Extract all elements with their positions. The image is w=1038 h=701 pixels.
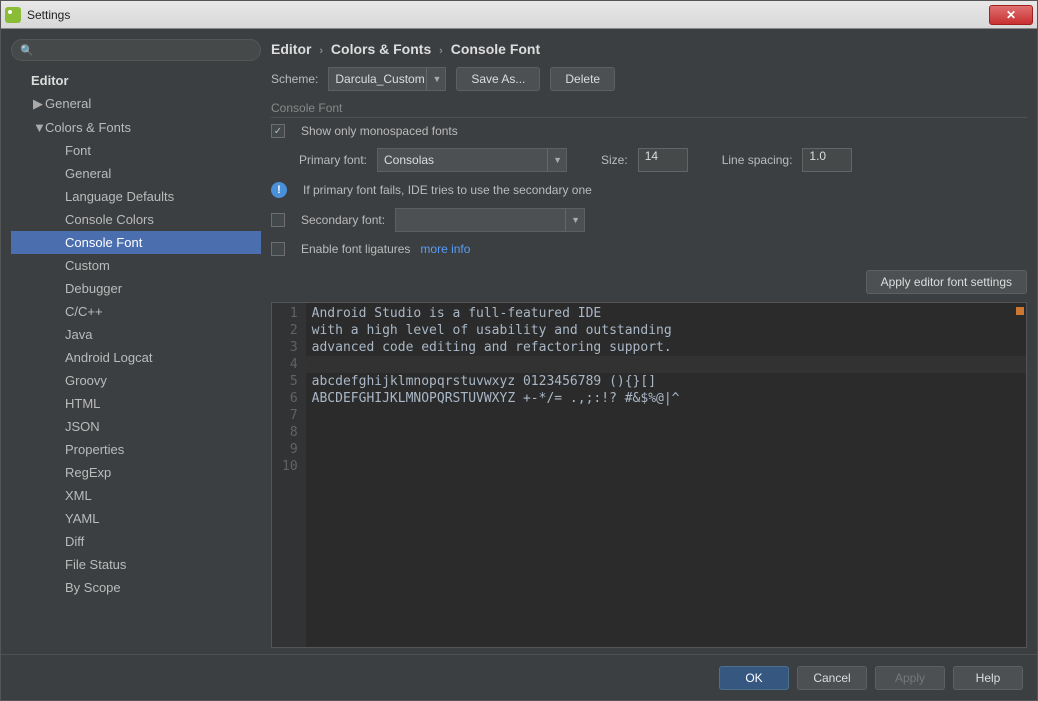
chevron-down-icon: ▼ <box>565 209 580 231</box>
tree-item[interactable]: Groovy <box>11 369 261 392</box>
code-area[interactable]: Android Studio is a full-featured IDEwit… <box>306 303 1026 647</box>
delete-button[interactable]: Delete <box>550 67 615 91</box>
tree-item[interactable]: RegExp <box>11 461 261 484</box>
secondary-label: Secondary font: <box>301 213 385 227</box>
tree-item[interactable]: Editor <box>11 69 261 92</box>
breadcrumb-editor[interactable]: Editor <box>271 41 311 57</box>
monospaced-label: Show only monospaced fonts <box>301 124 458 138</box>
primary-font-label: Primary font: <box>299 153 367 167</box>
tree-item-general[interactable]: ▶General <box>11 92 261 116</box>
tree-item[interactable]: Properties <box>11 438 261 461</box>
ok-button[interactable]: OK <box>719 666 789 690</box>
tree-item[interactable]: JSON <box>11 415 261 438</box>
tree-item[interactable]: HTML <box>11 392 261 415</box>
fallback-info-row: ! If primary font fails, IDE tries to us… <box>271 182 1027 198</box>
primary-font-select[interactable]: Consolas ▼ <box>377 148 567 172</box>
fallback-info-text: If primary font fails, IDE tries to use … <box>303 183 592 197</box>
app-icon <box>5 7 21 23</box>
body: 🔍 Editor▶General▼Colors & FontsFontGener… <box>1 29 1037 648</box>
tree-item[interactable]: C/C++ <box>11 300 261 323</box>
tree-item[interactable]: Diff <box>11 530 261 553</box>
help-button[interactable]: Help <box>953 666 1023 690</box>
arrow-right-icon: ▶ <box>33 96 43 112</box>
chevron-right-icon: › <box>439 45 443 57</box>
ligatures-row: Enable font ligatures more info <box>271 242 1027 256</box>
cancel-button[interactable]: Cancel <box>797 666 867 690</box>
tree-item[interactable]: General <box>11 162 261 185</box>
chevron-down-icon: ▼ <box>547 149 562 171</box>
tree-item[interactable]: Font <box>11 139 261 162</box>
breadcrumb-colors-fonts[interactable]: Colors & Fonts <box>331 41 431 57</box>
chevron-down-icon: ▼ <box>426 68 441 90</box>
settings-window: Settings ✕ 🔍 Editor▶General▼Colors & Fon… <box>0 0 1038 701</box>
primary-font-value: Consolas <box>384 153 434 167</box>
window-title: Settings <box>27 8 989 22</box>
scheme-label: Scheme: <box>271 72 318 86</box>
tree-item[interactable]: Custom <box>11 254 261 277</box>
tree-item-colors-fonts[interactable]: ▼Colors & Fonts <box>11 116 261 139</box>
tree-item[interactable]: YAML <box>11 507 261 530</box>
breadcrumb: Editor › Colors & Fonts › Console Font <box>271 39 1027 67</box>
more-info-link[interactable]: more info <box>420 242 470 256</box>
search-icon: 🔍 <box>20 44 34 57</box>
ligatures-checkbox[interactable] <box>271 242 285 256</box>
close-button[interactable]: ✕ <box>989 5 1033 25</box>
info-icon: ! <box>271 182 287 198</box>
save-as-button[interactable]: Save As... <box>456 67 540 91</box>
settings-tree[interactable]: Editor▶General▼Colors & FontsFontGeneral… <box>11 69 261 648</box>
section-title: Console Font <box>271 101 1027 118</box>
tree-item[interactable]: Console Font <box>11 231 261 254</box>
secondary-checkbox[interactable] <box>271 213 285 227</box>
scheme-select[interactable]: Darcula_Custom ▼ <box>328 67 446 91</box>
monospaced-checkbox[interactable] <box>271 124 285 138</box>
ligatures-label: Enable font ligatures <box>301 242 410 256</box>
tree-item[interactable]: Debugger <box>11 277 261 300</box>
scheme-row: Scheme: Darcula_Custom ▼ Save As... Dele… <box>271 67 1027 91</box>
monospaced-row: Show only monospaced fonts <box>271 124 1027 138</box>
tree-item[interactable]: Language Defaults <box>11 185 261 208</box>
tree-item[interactable]: File Status <box>11 553 261 576</box>
titlebar: Settings ✕ <box>1 1 1037 29</box>
primary-font-row: Primary font: Consolas ▼ Size: 14 Line s… <box>271 148 1027 172</box>
line-spacing-label: Line spacing: <box>722 153 793 167</box>
dialog-footer: OK Cancel Apply Help <box>1 654 1037 700</box>
secondary-font-select: ▼ <box>395 208 585 232</box>
tree-item[interactable]: XML <box>11 484 261 507</box>
sidebar: 🔍 Editor▶General▼Colors & FontsFontGener… <box>11 39 261 648</box>
apply-button[interactable]: Apply <box>875 666 945 690</box>
breadcrumb-console-font: Console Font <box>451 41 540 57</box>
tree-item[interactable]: By Scope <box>11 576 261 599</box>
line-gutter: 12345678910 <box>272 303 306 647</box>
apply-editor-font-button[interactable]: Apply editor font settings <box>866 270 1027 294</box>
arrow-down-icon: ▼ <box>33 120 43 135</box>
apply-editor-row: Apply editor font settings <box>271 270 1027 294</box>
preview-editor[interactable]: 12345678910 Android Studio is a full-fea… <box>271 302 1027 648</box>
tree-item[interactable]: Android Logcat <box>11 346 261 369</box>
line-spacing-input[interactable]: 1.0 <box>802 148 852 172</box>
size-input[interactable]: 14 <box>638 148 688 172</box>
scheme-value: Darcula_Custom <box>335 72 424 86</box>
secondary-font-row: Secondary font: ▼ <box>271 208 1027 232</box>
tree-item[interactable]: Console Colors <box>11 208 261 231</box>
tree-item[interactable]: Java <box>11 323 261 346</box>
search-input[interactable]: 🔍 <box>11 39 261 61</box>
chevron-right-icon: › <box>319 45 323 57</box>
content: Editor › Colors & Fonts › Console Font S… <box>271 39 1027 648</box>
size-label: Size: <box>601 153 628 167</box>
